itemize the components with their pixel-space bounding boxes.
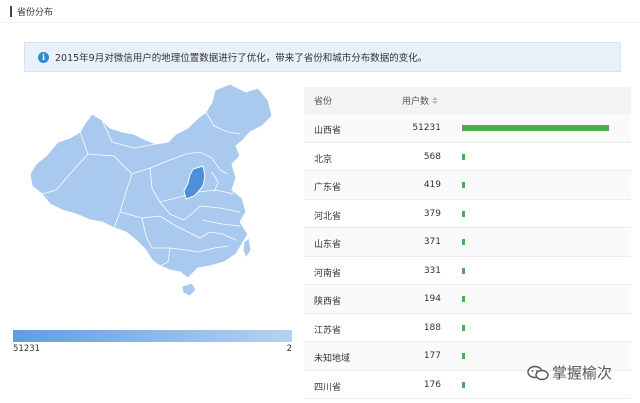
map-legend: 51231 2 xyxy=(13,330,292,354)
row-users: 176 xyxy=(423,379,441,390)
province-table: 省份 用户数 山西省 51231 北京 568 广东省 419 河北省 379 山东省 371 河南… xyxy=(304,87,631,399)
row-bar xyxy=(462,125,609,131)
row-bar xyxy=(462,267,465,274)
watermark: 掌握榆次 xyxy=(527,362,612,383)
sort-icon[interactable] xyxy=(432,97,439,104)
row-users: 371 xyxy=(423,237,441,247)
row-users: 188 xyxy=(423,322,441,333)
table-row: 陕西省 194 xyxy=(304,285,631,314)
row-province: 陕西省 xyxy=(314,297,342,307)
row-users: 568 xyxy=(423,151,441,162)
row-province: 河北省 xyxy=(314,211,342,222)
legend-max: 51231 xyxy=(13,344,41,354)
row-users: 331 xyxy=(423,265,441,276)
info-notice: i 2015年9月对微信用户的地理位置数据进行了优化，带来了省份和城市分布数据的… xyxy=(24,42,621,72)
row-province: 未知地域 xyxy=(314,354,351,364)
col-users-label: 用户数 xyxy=(402,97,430,107)
legend-gradient xyxy=(13,330,292,342)
table-header: 省份 用户数 xyxy=(304,87,631,114)
row-users: 419 xyxy=(423,180,441,190)
table-row: 山东省 371 xyxy=(304,228,631,257)
legend-min: 2 xyxy=(286,344,292,354)
row-province: 江苏省 xyxy=(314,325,342,336)
col-province: 省份 xyxy=(314,97,333,107)
divider xyxy=(0,22,640,23)
table-row: 北京 568 xyxy=(304,143,631,171)
row-bar xyxy=(462,353,465,359)
info-icon: i xyxy=(38,51,49,63)
watermark-text: 掌握榆次 xyxy=(552,364,613,382)
row-province: 广东省 xyxy=(314,183,342,193)
notice-message: 2015年9月对微信用户的地理位置数据进行了优化，带来了省份和城市分布数据的变化… xyxy=(55,53,428,64)
row-province: 北京 xyxy=(314,154,333,165)
row-bar xyxy=(462,182,465,188)
row-bar xyxy=(462,153,465,160)
table-row: 广东省 419 xyxy=(304,171,631,200)
row-province: 四川省 xyxy=(314,382,342,393)
table-row: 江苏省 188 xyxy=(304,314,631,342)
row-users: 379 xyxy=(423,208,441,219)
section-title: 省份分布 xyxy=(17,7,54,18)
row-users: 194 xyxy=(423,294,441,304)
china-map[interactable] xyxy=(0,82,300,312)
row-province: 山西省 xyxy=(314,126,342,136)
row-bar xyxy=(462,324,465,331)
row-bar xyxy=(462,210,465,217)
section-marker xyxy=(10,5,12,17)
row-bar xyxy=(462,239,465,245)
table-row: 山西省 51231 xyxy=(304,114,631,143)
table-row: 河南省 331 xyxy=(304,257,631,285)
section-header: 省份分布 xyxy=(10,4,53,18)
table-row: 河北省 379 xyxy=(304,200,631,228)
row-bar xyxy=(462,296,465,302)
row-bar xyxy=(462,381,465,388)
col-users-sortable[interactable]: 用户数 xyxy=(402,94,439,107)
map-hainan[interactable] xyxy=(181,282,197,297)
row-users: 51231 xyxy=(412,123,441,133)
row-province: 河南省 xyxy=(314,268,342,279)
wechat-icon xyxy=(527,365,549,380)
row-province: 山东省 xyxy=(314,240,342,250)
row-users: 177 xyxy=(423,351,441,361)
